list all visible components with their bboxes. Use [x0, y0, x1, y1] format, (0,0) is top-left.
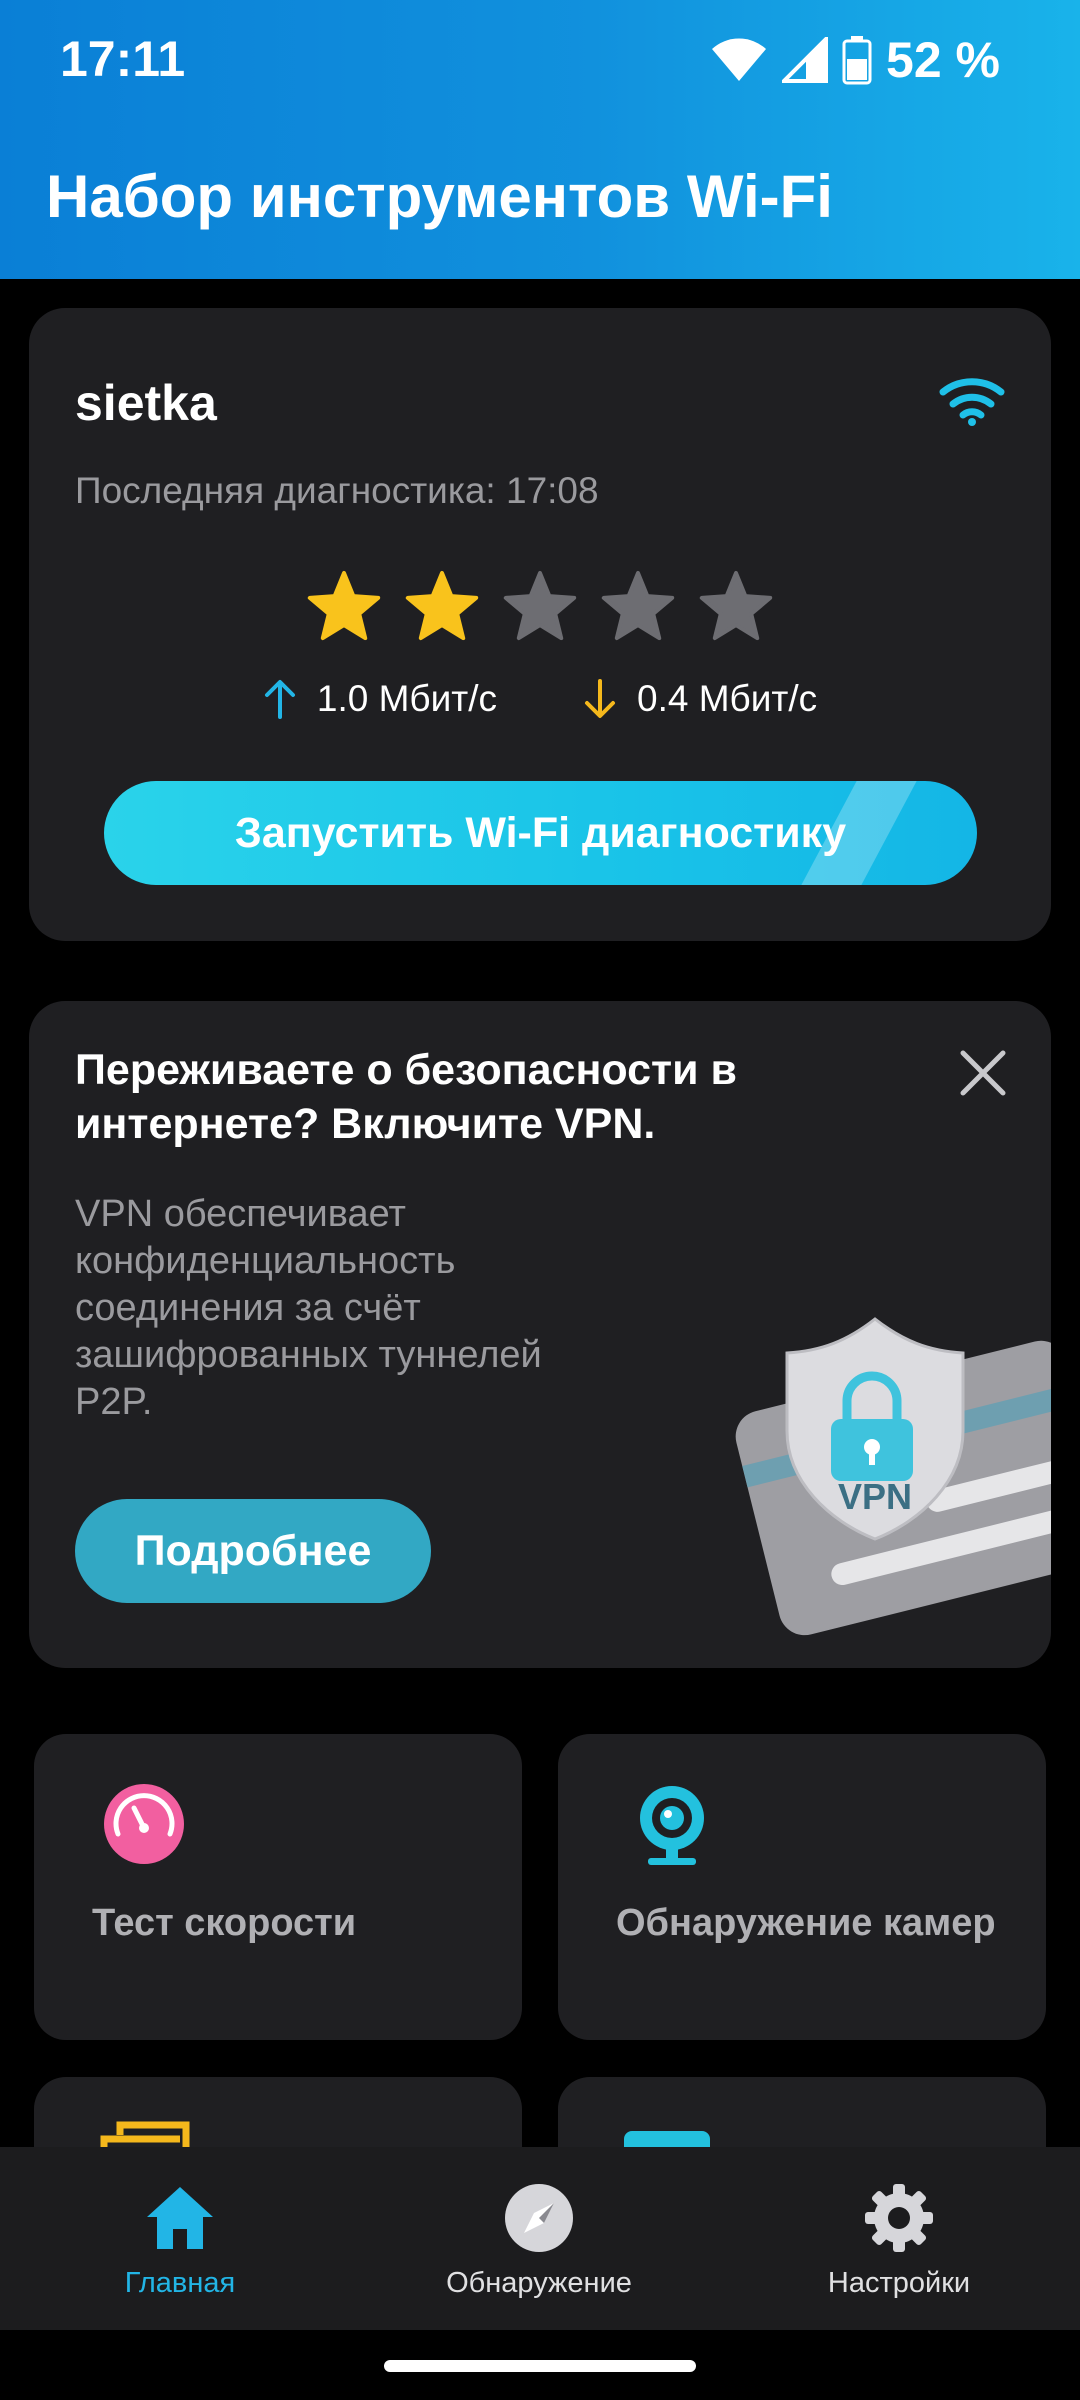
wifi-icon: [712, 38, 767, 81]
download-speed-value: 0.4 Мбит/с: [637, 678, 818, 719]
speed-test-tile[interactable]: Тест скорости: [34, 1734, 522, 2040]
compass-icon: [505, 2184, 573, 2252]
network-name: sietka: [75, 375, 217, 431]
upload-speed: 1.0 Мбит/с: [263, 678, 497, 720]
battery-icon: [842, 36, 872, 85]
star-filled-icon: [307, 571, 381, 641]
learn-more-label: Подробнее: [134, 1526, 372, 1575]
status-icons: 52 %: [710, 30, 1000, 90]
gesture-bar[interactable]: [384, 2360, 696, 2372]
star-empty-icon: [503, 571, 577, 641]
rating-stars: [29, 570, 1051, 644]
download-speed: 0.4 Мбит/с: [583, 678, 817, 720]
run-diagnostic-button[interactable]: Запустить Wi-Fi диагностику: [104, 781, 977, 885]
wifi-signal-icon: [939, 378, 1005, 426]
star-empty-icon: [699, 571, 773, 641]
last-diagnostic-text: Последняя диагностика: 17:08: [75, 470, 599, 511]
vpn-promo-description: VPN обеспечивает конфиденциальность соед…: [75, 1193, 542, 1423]
status-time: 17:11: [60, 31, 186, 87]
star-filled-icon: [405, 571, 479, 641]
webcam-icon: [640, 1786, 704, 1865]
camera-detect-tile[interactable]: Обнаружение камер: [558, 1734, 1046, 2040]
nav-settings-label: Настройки: [827, 2267, 971, 2299]
nav-home-label: Главная: [124, 2267, 236, 2299]
screen: 17:11 52 % Набор инструментов Wi-Fi siet…: [0, 0, 1080, 2400]
star-empty-icon: [601, 571, 675, 641]
status-bar: 17:11 52 %: [0, 0, 1080, 120]
vpn-badge-text: VPN: [838, 1476, 912, 1517]
gear-icon: [865, 2184, 933, 2252]
learn-more-button[interactable]: Подробнее: [75, 1499, 431, 1603]
nav-home[interactable]: Главная: [30, 2147, 330, 2330]
arrow-down-icon: [585, 679, 615, 718]
speedometer-icon: [104, 1784, 184, 1864]
nav-settings[interactable]: Настройки: [749, 2147, 1049, 2330]
vpn-promo-title: Переживаете о безопасности в интернете? …: [75, 1046, 737, 1148]
app-header: 17:11 52 % Набор инструментов Wi-Fi: [0, 0, 1080, 279]
arrow-up-icon: [264, 680, 295, 719]
vpn-promo-card: Переживаете о безопасности в интернете? …: [29, 1001, 1051, 1668]
speed-summary: 1.0 Мбит/с 0.4 Мбит/с: [29, 678, 1051, 720]
nav-discover[interactable]: Обнаружение: [389, 2147, 689, 2330]
network-card: sietka Последняя диагностика: 17:08 1.0 …: [29, 308, 1051, 941]
run-diagnostic-label: Запустить Wi-Fi диагностику: [234, 808, 847, 857]
nav-discover-label: Обнаружение: [446, 2267, 632, 2299]
home-icon: [147, 2187, 213, 2249]
camera-detect-label: Обнаружение камер: [616, 1902, 996, 1944]
bottom-navigation: Главная Обнаружение Настройки: [0, 2147, 1080, 2330]
cell-signal-icon: [782, 37, 829, 83]
page-title: Набор инструментов Wi-Fi: [46, 163, 833, 230]
upload-speed-value: 1.0 Мбит/с: [316, 678, 497, 719]
battery-percent: 52 %: [886, 32, 1000, 88]
speed-test-label: Тест скорости: [92, 1902, 357, 1944]
close-icon[interactable]: [957, 1047, 1009, 1099]
vpn-shield-illustration: VPN: [735, 1317, 1051, 1636]
